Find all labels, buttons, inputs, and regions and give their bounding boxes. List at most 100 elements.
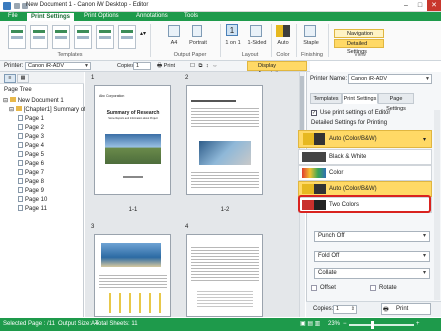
tab-print-options[interactable]: Print Options xyxy=(80,12,123,21)
group-label-templates: Templates xyxy=(57,52,83,58)
printer-name-select[interactable]: Canon iR-ADV ▼ xyxy=(348,74,432,84)
sided-button[interactable]: 1-Sided xyxy=(243,40,271,46)
tab-templates[interactable]: Templates xyxy=(310,93,342,104)
page-thumbnail-3[interactable] xyxy=(94,234,171,317)
settings-scrollbar[interactable] xyxy=(434,110,440,300)
page1-subtitle: Some Reports and Information about Proje… xyxy=(108,117,158,120)
orientation-button[interactable]: Portrait xyxy=(182,40,214,46)
navigation-button[interactable]: Navigation xyxy=(334,29,384,38)
page3-text xyxy=(99,273,167,289)
tab-page-settings[interactable]: Page Settings xyxy=(378,93,414,112)
rotate-label: Rotate xyxy=(379,285,397,291)
paper-size-icon[interactable] xyxy=(168,25,180,37)
page-thumbnail-1[interactable]: Abc Corporation Summary of Research Some… xyxy=(94,85,171,195)
printer-label: Printer: xyxy=(4,63,24,69)
zoom-slider-knob[interactable] xyxy=(371,321,374,329)
tab-print-settings-panel[interactable]: Print Settings xyxy=(342,93,378,104)
chevron-down-icon: ▾ xyxy=(422,233,426,239)
tab-print-settings[interactable]: Print Settings xyxy=(26,12,76,21)
tree-page-item[interactable]: Page 7 xyxy=(18,169,44,178)
footer-copies-input[interactable]: 1 ⇕ xyxy=(333,305,357,314)
pages-per-sheet-button[interactable]: 1 on 1 xyxy=(221,40,245,46)
template-3[interactable] xyxy=(52,25,70,49)
template-scroll-icon[interactable]: ▴▾ xyxy=(140,30,146,37)
printer-select[interactable]: Canon iR-ADV ▼ xyxy=(25,62,91,70)
tree-page-item[interactable]: Page 8 xyxy=(18,178,44,187)
rotate-checkbox[interactable] xyxy=(370,285,376,291)
zoom-in-icon[interactable]: + xyxy=(416,318,420,331)
view-mode-icons[interactable]: ▣ ▤ ▥ xyxy=(300,318,320,331)
caption-1: 1-1 xyxy=(128,207,138,213)
collate-value: Collate xyxy=(318,270,337,276)
tree-page-item[interactable]: Page 9 xyxy=(18,187,44,196)
minimize-button[interactable]: – xyxy=(399,0,413,11)
color-option-color[interactable]: Color xyxy=(298,165,432,181)
tab-annotations[interactable]: Annotations xyxy=(132,12,172,21)
page-view-scroll-thumb[interactable] xyxy=(300,76,304,136)
page-icon xyxy=(18,196,23,202)
tree-page-item[interactable]: Page 6 xyxy=(18,160,44,169)
template-5[interactable] xyxy=(96,25,114,49)
footer-copies-value: 1 xyxy=(336,306,340,312)
tree-page-label: Page 3 xyxy=(25,134,45,140)
zoom-slider[interactable] xyxy=(349,324,414,326)
save-icon[interactable] xyxy=(14,3,20,9)
document-icon xyxy=(9,97,16,102)
tree-page-label: Page 6 xyxy=(25,161,45,167)
offset-checkbox[interactable] xyxy=(311,285,317,291)
pages-per-sheet-icon[interactable]: 1 xyxy=(226,24,238,36)
staple-button[interactable]: Staple xyxy=(298,40,324,46)
tab-file[interactable]: File xyxy=(4,12,22,21)
tab-tools[interactable]: Tools xyxy=(180,12,202,21)
template-4[interactable] xyxy=(74,25,92,49)
tree-page-item[interactable]: Page 10 xyxy=(18,196,47,205)
template-6[interactable] xyxy=(118,25,136,49)
tree-page-item[interactable]: Page 2 xyxy=(18,124,44,133)
tree-page-label: Page 8 xyxy=(25,179,45,185)
chevron-down-icon: ▼ xyxy=(425,76,430,82)
tree-page-item[interactable]: Page 11 xyxy=(18,205,47,214)
tree-page-item[interactable]: Page 4 xyxy=(18,142,44,151)
page-icon xyxy=(18,169,23,175)
display-annotations-button[interactable]: Display Annotations xyxy=(247,61,307,77)
staple-icon[interactable] xyxy=(304,25,316,37)
punch-dropdown[interactable]: Punch Off ▾ xyxy=(314,231,430,242)
maximize-button[interactable]: □ xyxy=(413,0,427,11)
option-label: Color xyxy=(329,170,344,176)
color-mode-button[interactable]: Auto xyxy=(272,40,294,46)
page-icon xyxy=(18,124,23,130)
color-mode-icon[interactable] xyxy=(276,25,290,37)
print-button[interactable]: 🖶 Print xyxy=(157,62,183,70)
collate-dropdown[interactable]: Collate ▾ xyxy=(314,268,430,279)
page-thumbnail-2[interactable] xyxy=(186,85,263,195)
tree-chapter[interactable]: ⊟ [Chapter1] Summary of R xyxy=(9,106,92,115)
tree-document[interactable]: ⊟ New Document 1 xyxy=(3,97,64,106)
tree-page-label: Page 1 xyxy=(25,116,45,122)
page2-heading xyxy=(191,100,236,102)
orientation-icon[interactable] xyxy=(192,25,202,37)
tree-page-item[interactable]: Page 1 xyxy=(18,115,44,124)
copies-input[interactable]: 1 xyxy=(133,62,151,70)
thumbnail-view-icon[interactable]: ▦ xyxy=(17,74,29,83)
tree-page-item[interactable]: Page 3 xyxy=(18,133,44,142)
template-2[interactable] xyxy=(30,25,48,49)
tree-page-item[interactable]: Page 5 xyxy=(18,151,44,160)
tree-page-label: Page 2 xyxy=(25,125,45,131)
tree-view-icon[interactable]: ≡ xyxy=(4,74,16,83)
page-tree-title: Page Tree xyxy=(4,87,32,93)
template-1[interactable] xyxy=(8,25,26,49)
close-button[interactable]: ✕ xyxy=(427,0,441,11)
zoom-out-icon[interactable]: − xyxy=(343,318,347,331)
detailed-settings-button[interactable]: Detailed Settings xyxy=(334,39,384,55)
toolbar-tool-icons[interactable]: ☐ ⧉ ↕ ⇔ xyxy=(190,63,219,70)
sided-icon[interactable] xyxy=(250,25,262,37)
fold-dropdown[interactable]: Fold Off ▾ xyxy=(314,251,430,262)
page-thumbnail-4[interactable] xyxy=(186,234,263,317)
callout-highlight xyxy=(298,195,431,213)
print-button-label: Print xyxy=(163,63,176,69)
option-label: Black & White xyxy=(329,154,367,160)
status-total-sheets: Total Sheets: 11 xyxy=(95,321,138,327)
color-dropdown[interactable]: Auto (Color/B&W) ▾ xyxy=(298,130,432,148)
color-option-black-white[interactable]: Black & White xyxy=(298,149,432,165)
use-editor-settings-checkbox[interactable]: ✓ xyxy=(311,110,317,116)
